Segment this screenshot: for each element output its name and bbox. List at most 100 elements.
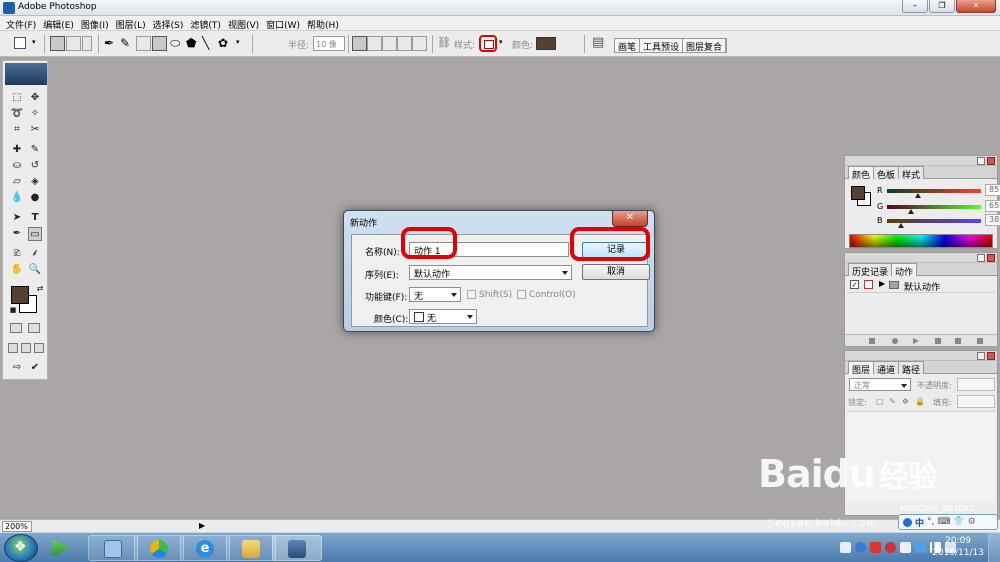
ime-logo-icon[interactable] bbox=[903, 517, 912, 527]
default-colors-icon[interactable]: ■ bbox=[6, 303, 20, 317]
crop-tool-icon[interactable]: ⌗ bbox=[10, 123, 24, 137]
tab-actions[interactable]: 动作 bbox=[891, 263, 918, 278]
subtract-shape-button[interactable] bbox=[382, 36, 397, 51]
ime-keyboard-icon[interactable]: ⌨ bbox=[937, 517, 950, 527]
slice-tool-icon[interactable]: ✂ bbox=[28, 123, 42, 137]
new-action-icon[interactable] bbox=[955, 338, 961, 344]
line-tool-icon[interactable]: ╲ bbox=[202, 36, 209, 50]
style-picker[interactable] bbox=[479, 35, 497, 52]
ime-language[interactable]: 中 bbox=[915, 516, 924, 529]
control-checkbox[interactable] bbox=[517, 290, 526, 299]
chevron-down-icon[interactable]: ▾ bbox=[32, 38, 36, 51]
menu-help[interactable]: 帮助(H) bbox=[305, 16, 344, 31]
quick-mask-button[interactable] bbox=[28, 323, 40, 333]
close-icon[interactable] bbox=[987, 352, 995, 360]
path-selection-icon[interactable]: ➤ bbox=[10, 211, 24, 225]
brush-tool-icon[interactable]: ✎ bbox=[28, 143, 42, 157]
rounded-rectangle-tool-button[interactable] bbox=[152, 36, 167, 51]
marquee-tool-icon[interactable]: ⬚ bbox=[10, 91, 24, 105]
polygon-icon[interactable]: ⬟ bbox=[186, 36, 196, 50]
color-spectrum-bar[interactable] bbox=[849, 234, 993, 248]
dialog-toggle-icon[interactable] bbox=[864, 280, 873, 289]
hand-tool-icon[interactable]: ✋ bbox=[10, 263, 24, 277]
media-player-button[interactable] bbox=[44, 535, 82, 561]
screen-mode-standard[interactable] bbox=[8, 343, 18, 353]
menu-window[interactable]: 窗口(W) bbox=[264, 16, 305, 31]
pen-tool-icon[interactable]: ✒ bbox=[104, 36, 114, 50]
tray-security-icon[interactable] bbox=[900, 542, 911, 553]
minimize-icon[interactable] bbox=[977, 352, 985, 360]
zoom-tool-icon[interactable]: 🔍 bbox=[28, 263, 42, 277]
color-swatch[interactable] bbox=[536, 37, 556, 50]
taskbar-app-ie[interactable]: e bbox=[180, 535, 230, 561]
intersect-shape-button[interactable] bbox=[397, 36, 412, 51]
pen-tool-icon[interactable]: ✒ bbox=[10, 227, 24, 241]
ime-skin-icon[interactable]: 👕 bbox=[953, 517, 964, 527]
dock-tab-tool-presets[interactable]: 工具预设 bbox=[640, 39, 684, 53]
red-slider-thumb[interactable] bbox=[915, 193, 922, 198]
tool-preset-icon[interactable] bbox=[14, 37, 26, 49]
menu-filter[interactable]: 滤镜(T) bbox=[188, 16, 226, 31]
minimize-icon[interactable] bbox=[977, 254, 985, 262]
tab-history[interactable]: 历史记录 bbox=[848, 263, 893, 278]
blur-tool-icon[interactable]: 💧 bbox=[10, 191, 24, 205]
paint-bucket-icon[interactable]: ◈ bbox=[28, 175, 42, 189]
eraser-tool-icon[interactable]: ▱ bbox=[10, 175, 24, 189]
record-icon[interactable] bbox=[892, 338, 898, 344]
ellipse-icon[interactable]: ⬭ bbox=[170, 36, 180, 50]
set-select[interactable]: 默认动作 bbox=[409, 265, 572, 280]
tray-network-icon[interactable] bbox=[915, 542, 926, 553]
clone-stamp-icon[interactable]: ⛀ bbox=[10, 159, 24, 173]
blue-value[interactable]: 38 bbox=[985, 214, 1000, 226]
rounded-rectangle-tool-icon[interactable]: ▭ bbox=[28, 227, 42, 241]
custom-shape-icon[interactable]: ✿ bbox=[218, 36, 228, 50]
fill-input[interactable] bbox=[957, 395, 995, 408]
taskbar-app-window[interactable] bbox=[88, 535, 138, 561]
trash-icon[interactable] bbox=[977, 338, 983, 344]
tab-channels[interactable]: 通道 bbox=[873, 361, 900, 376]
play-icon[interactable] bbox=[913, 338, 919, 344]
ime-punctuation-icon[interactable]: °, bbox=[927, 517, 934, 527]
edit-in-imageready-icon[interactable]: ✔ bbox=[28, 361, 42, 375]
chevron-down-icon[interactable]: ▾ bbox=[499, 38, 503, 51]
exclude-shape-button[interactable] bbox=[412, 36, 427, 51]
tab-swatches[interactable]: 色板 bbox=[873, 166, 900, 181]
type-tool-icon[interactable]: T bbox=[28, 211, 42, 225]
expand-triangle-icon[interactable]: ▶ bbox=[879, 279, 885, 288]
red-slider[interactable] bbox=[887, 189, 981, 193]
screen-mode-full-menu[interactable] bbox=[21, 343, 31, 353]
foreground-swatch[interactable] bbox=[851, 186, 865, 200]
lock-transparency-icon[interactable]: ▢ bbox=[876, 397, 884, 406]
status-menu-arrow-icon[interactable]: ▶ bbox=[199, 521, 205, 530]
add-to-shape-button[interactable] bbox=[367, 36, 382, 51]
history-brush-icon[interactable]: ↺ bbox=[28, 159, 42, 173]
close-icon[interactable] bbox=[987, 254, 995, 262]
green-slider[interactable] bbox=[887, 205, 981, 209]
tab-color[interactable]: 颜色 bbox=[848, 166, 875, 181]
foreground-color-swatch[interactable] bbox=[11, 286, 29, 304]
menu-layer[interactable]: 图层(L) bbox=[114, 16, 151, 31]
taskbar-app-browser[interactable] bbox=[134, 535, 184, 561]
blend-mode-select[interactable]: 正常 bbox=[849, 378, 911, 391]
rectangle-tool-button[interactable] bbox=[136, 36, 151, 51]
menu-select[interactable]: 选择(S) bbox=[151, 16, 189, 31]
color-select[interactable]: 无 bbox=[409, 309, 477, 324]
taskbar-app-explorer[interactable] bbox=[226, 535, 276, 561]
tray-app-icon[interactable] bbox=[885, 542, 896, 553]
palette-well-icon[interactable]: ▤ bbox=[592, 35, 604, 50]
paths-button[interactable] bbox=[66, 36, 81, 51]
eyedropper-icon[interactable]: ⸙ bbox=[28, 247, 42, 261]
dock-tab-layer-comps[interactable]: 图层复合 bbox=[683, 39, 727, 53]
tray-media-icon[interactable] bbox=[855, 542, 866, 553]
taskbar-clock[interactable]: 20:09 2016/11/13 bbox=[932, 535, 984, 559]
move-tool-icon[interactable]: ✥ bbox=[28, 91, 42, 105]
freeform-pen-icon[interactable]: ✎ bbox=[120, 36, 130, 50]
menu-file[interactable]: 文件(F) bbox=[4, 16, 41, 31]
function-key-select[interactable]: 无 bbox=[409, 287, 461, 302]
swap-colors-icon[interactable]: ⇄ bbox=[33, 282, 47, 296]
magic-wand-icon[interactable]: ✧ bbox=[28, 107, 42, 121]
link-icon[interactable]: ⛓ bbox=[437, 36, 451, 49]
menu-image[interactable]: 图像(I) bbox=[79, 16, 114, 31]
close-icon[interactable] bbox=[987, 157, 995, 165]
stop-icon[interactable] bbox=[869, 338, 875, 344]
